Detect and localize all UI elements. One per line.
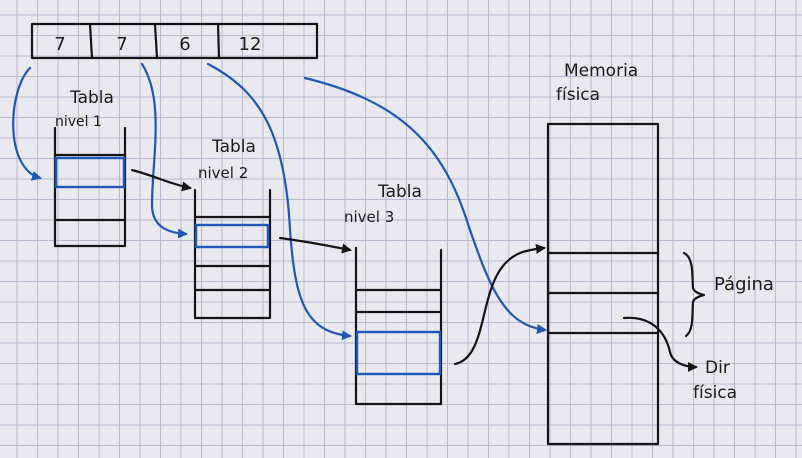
page-brace bbox=[682, 251, 706, 338]
field-divider bbox=[216, 22, 221, 60]
arrow-table3-to-memory bbox=[453, 243, 546, 366]
table-3-title: Tabla bbox=[377, 182, 422, 202]
table-2-selected-entry bbox=[194, 223, 270, 249]
arrow-table1-to-table2 bbox=[130, 168, 192, 192]
table-level-2: Tabla nivel 2 bbox=[193, 137, 272, 320]
memory-subtitle: física bbox=[556, 85, 600, 105]
phys-addr-label: Dir bbox=[705, 358, 730, 378]
table-3-selected-entry bbox=[355, 330, 442, 376]
table-level-1: Tabla nivel 1 bbox=[53, 88, 127, 248]
page-label: Página bbox=[714, 274, 774, 295]
table-2-outline bbox=[193, 188, 272, 320]
arrow-field1-to-table1 bbox=[12, 66, 42, 181]
table-2-title: Tabla bbox=[211, 137, 256, 157]
virtual-address: 7 7 6 12 bbox=[30, 22, 319, 60]
table-2-subtitle: nivel 2 bbox=[198, 164, 248, 182]
memory-title: Memoria bbox=[564, 61, 638, 81]
table-level-3: Tabla nivel 3 bbox=[344, 182, 443, 406]
table-1-title: Tabla bbox=[69, 88, 114, 108]
arrow-offset-to-memory bbox=[303, 76, 547, 334]
table-1-subtitle: nivel 1 bbox=[55, 114, 102, 130]
arrow-offset-to-phys-addr bbox=[622, 316, 698, 372]
address-register-box bbox=[30, 22, 319, 60]
field-divider bbox=[88, 22, 94, 60]
field-l1-index: 7 bbox=[54, 34, 65, 55]
field-l3-index: 6 bbox=[179, 34, 190, 55]
phys-addr-sublabel: física bbox=[693, 383, 737, 403]
field-l2-index: 7 bbox=[116, 34, 127, 55]
arrow-field3-to-table3 bbox=[206, 62, 352, 341]
table-3-outline bbox=[354, 246, 443, 406]
table-1-selected-entry bbox=[54, 156, 126, 189]
diagram-canvas: 7 7 6 12 Tabla nivel 1 Tabla nivel 2 Tab… bbox=[12, 22, 774, 446]
field-offset: 12 bbox=[239, 34, 262, 55]
field-divider bbox=[153, 22, 159, 60]
arrow-field2-to-table2 bbox=[140, 62, 188, 239]
memory-outline bbox=[546, 122, 660, 446]
physical-memory: Memoria física Página Dir física bbox=[546, 61, 774, 446]
table-3-subtitle: nivel 3 bbox=[344, 208, 394, 226]
